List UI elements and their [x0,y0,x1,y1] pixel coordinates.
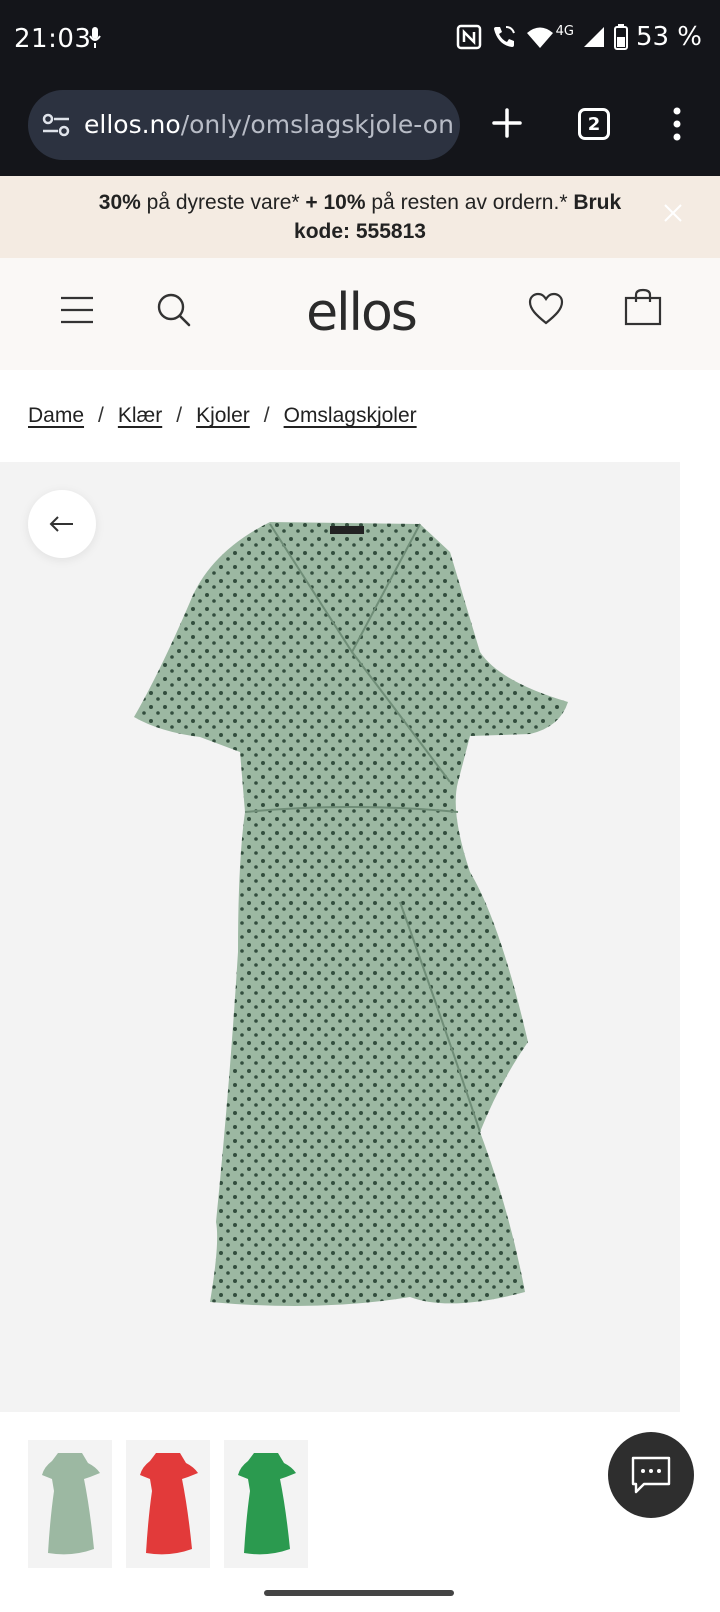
wifi-call-icon [493,26,515,47]
thumbnail-dress-image [42,1453,100,1555]
tabs-icon[interactable]: 2 [578,108,610,140]
heart-icon[interactable] [528,292,564,326]
url-domain: ellos.no [84,110,181,139]
product-image-dress[interactable] [120,522,600,1322]
promo-text-2: på dyreste vare* [140,191,306,214]
wifi-icon [526,27,553,48]
bag-icon[interactable] [624,288,662,326]
thumbnail-green[interactable] [224,1440,308,1568]
url-path: /only/omslagskjole-on [180,110,454,139]
breadcrumb-klaer[interactable]: Klær [118,404,162,428]
gallery-back-button[interactable] [28,490,96,558]
promo-text: 30% på dyreste vare* + 10% på resten av … [80,188,640,246]
breadcrumb-kjoler[interactable]: Kjoler [196,404,250,428]
status-time: 21:03 [14,24,92,54]
address-bar[interactable]: ellos.no/only/omslagskjole-on [28,90,460,160]
site-settings-icon[interactable] [42,112,70,138]
status-icons: 4G 53 % [456,22,702,52]
breadcrumb: Dame / Klær / Kjoler / Omslagskjoler [28,400,417,432]
site-header: ellos [0,258,720,370]
battery-icon [613,24,628,50]
signal-icon [583,27,604,47]
chat-icon [631,1456,671,1494]
search-icon[interactable] [156,292,192,328]
browser-toolbar: ellos.no/only/omslagskjole-on 2 [0,84,720,176]
breadcrumb-separator: / [176,404,183,427]
thumbnail-dress-image [140,1453,198,1555]
arrow-left-icon [49,516,73,532]
network-type: 4G [555,23,574,39]
product-thumbnails [28,1440,308,1568]
close-icon[interactable] [662,202,684,224]
thumbnail-dress-image [238,1453,296,1555]
more-menu-icon[interactable] [664,104,690,144]
thumbnail-red[interactable] [126,1440,210,1568]
thumbnail-mint[interactable] [28,1440,112,1568]
menu-icon[interactable] [60,296,94,324]
status-bar: 21:03 4G 53 % [0,0,720,84]
product-gallery[interactable] [0,462,720,1412]
breadcrumb-separator: / [263,404,270,427]
breadcrumb-omslagskjoler[interactable]: Omslagskjoler [284,404,417,428]
promo-text-4: på resten av ordern.* [365,191,574,214]
ellos-logo[interactable]: ellos [296,280,426,346]
promo-banner: 30% på dyreste vare* + 10% på resten av … [0,176,720,258]
gesture-bar[interactable] [264,1590,454,1596]
breadcrumb-dame[interactable]: Dame [28,404,84,428]
battery-percent: 53 % [635,22,702,52]
mic-icon [89,27,101,48]
chat-button[interactable] [608,1432,694,1518]
url-text[interactable]: ellos.no/only/omslagskjole-on [84,110,454,139]
new-tab-icon[interactable] [490,106,524,140]
breadcrumb-separator: / [98,404,104,427]
promo-discount-1: 30% [98,191,141,214]
promo-discount-2: + 10% [305,191,366,214]
nfc-icon [456,24,481,50]
